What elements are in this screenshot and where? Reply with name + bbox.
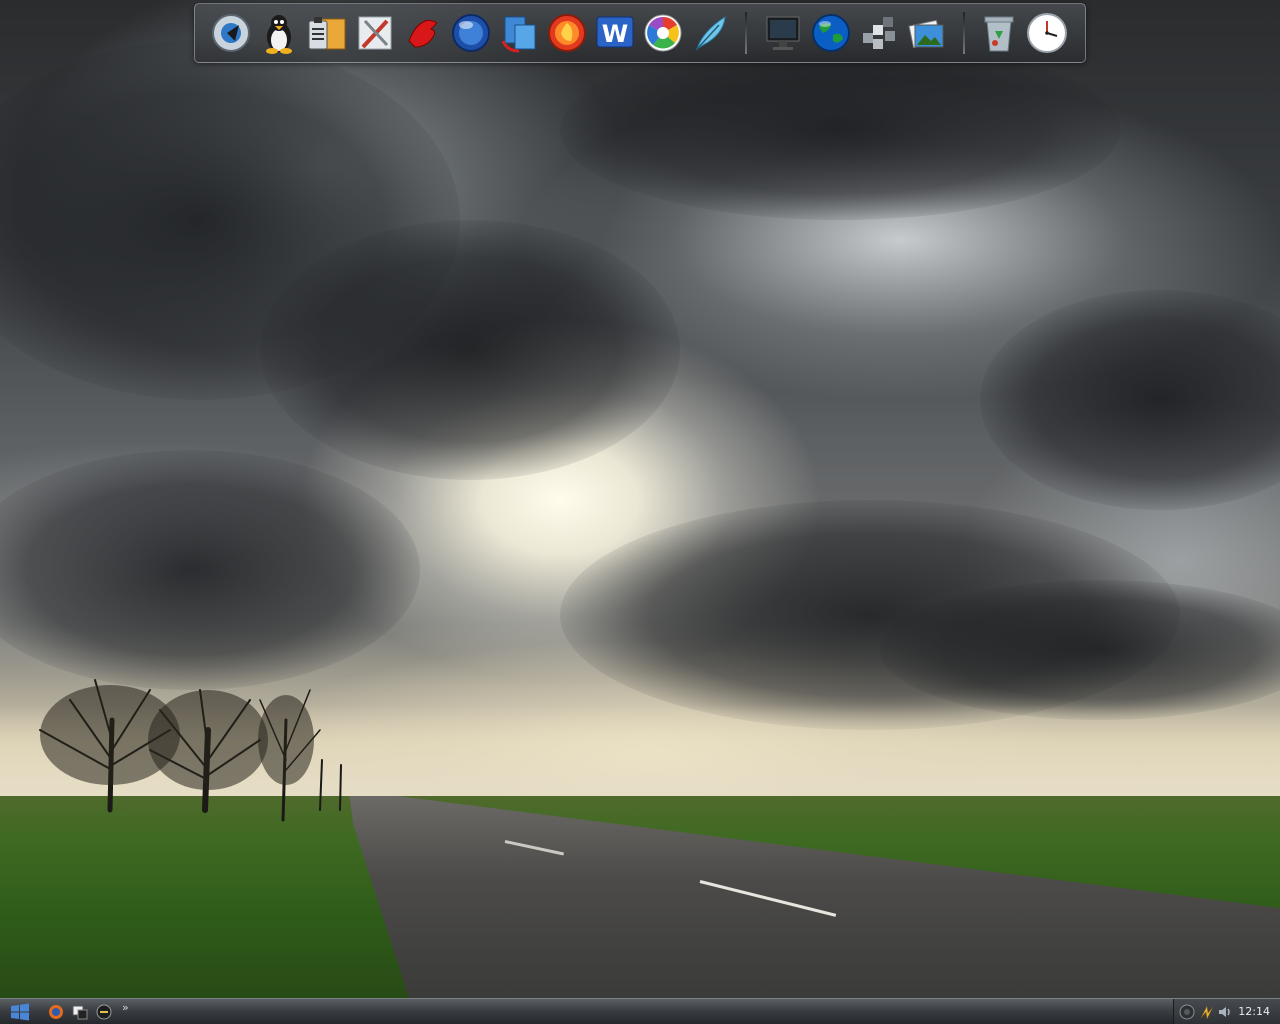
globe-icon[interactable] — [809, 11, 853, 55]
recycle-bin-icon[interactable] — [977, 11, 1021, 55]
windows-logo-icon — [11, 1003, 29, 1021]
red-hand-icon[interactable] — [401, 11, 445, 55]
desktop: W » 12:14 — [0, 0, 1280, 1024]
tux-linux-icon[interactable] — [257, 11, 301, 55]
taskbar: » 12:14 — [0, 998, 1280, 1024]
quicktime-icon[interactable] — [209, 11, 253, 55]
network-tray-icon[interactable] — [1198, 1003, 1216, 1021]
desktop-quicklaunch-icon[interactable] — [70, 1002, 90, 1022]
photos-icon[interactable] — [905, 11, 949, 55]
taskbar-clock[interactable]: 12:14 — [1238, 1005, 1270, 1018]
quicklaunch-overflow-chevron[interactable]: » — [122, 1001, 129, 1014]
wallpaper-cloud — [560, 40, 1120, 220]
picasa-icon[interactable] — [641, 11, 685, 55]
svg-text:W: W — [602, 20, 628, 48]
sync-icon[interactable] — [497, 11, 541, 55]
blue-orb-icon[interactable] — [449, 11, 493, 55]
monitor-icon[interactable] — [761, 11, 805, 55]
firefox-quicklaunch-icon[interactable] — [46, 1002, 66, 1022]
application-dock: W — [194, 3, 1086, 63]
dock-separator — [745, 12, 747, 54]
power-tray-icon[interactable] — [1178, 1003, 1196, 1021]
word-icon[interactable]: W — [593, 11, 637, 55]
start-button[interactable] — [0, 999, 40, 1024]
wallpaper-cloud — [260, 220, 680, 480]
volume-tray-icon[interactable] — [1216, 1003, 1234, 1021]
wallpaper-trees — [39, 679, 342, 822]
media-quicklaunch-icon[interactable] — [94, 1002, 114, 1022]
feather-icon[interactable] — [689, 11, 733, 55]
dock-separator — [963, 12, 965, 54]
tools-icon[interactable] — [353, 11, 397, 55]
firefox-icon[interactable] — [545, 11, 589, 55]
blocks-icon[interactable] — [857, 11, 901, 55]
clock-icon[interactable] — [1025, 11, 1069, 55]
clipboard-folder-icon[interactable] — [305, 11, 349, 55]
system-tray: 12:14 — [1173, 999, 1280, 1024]
